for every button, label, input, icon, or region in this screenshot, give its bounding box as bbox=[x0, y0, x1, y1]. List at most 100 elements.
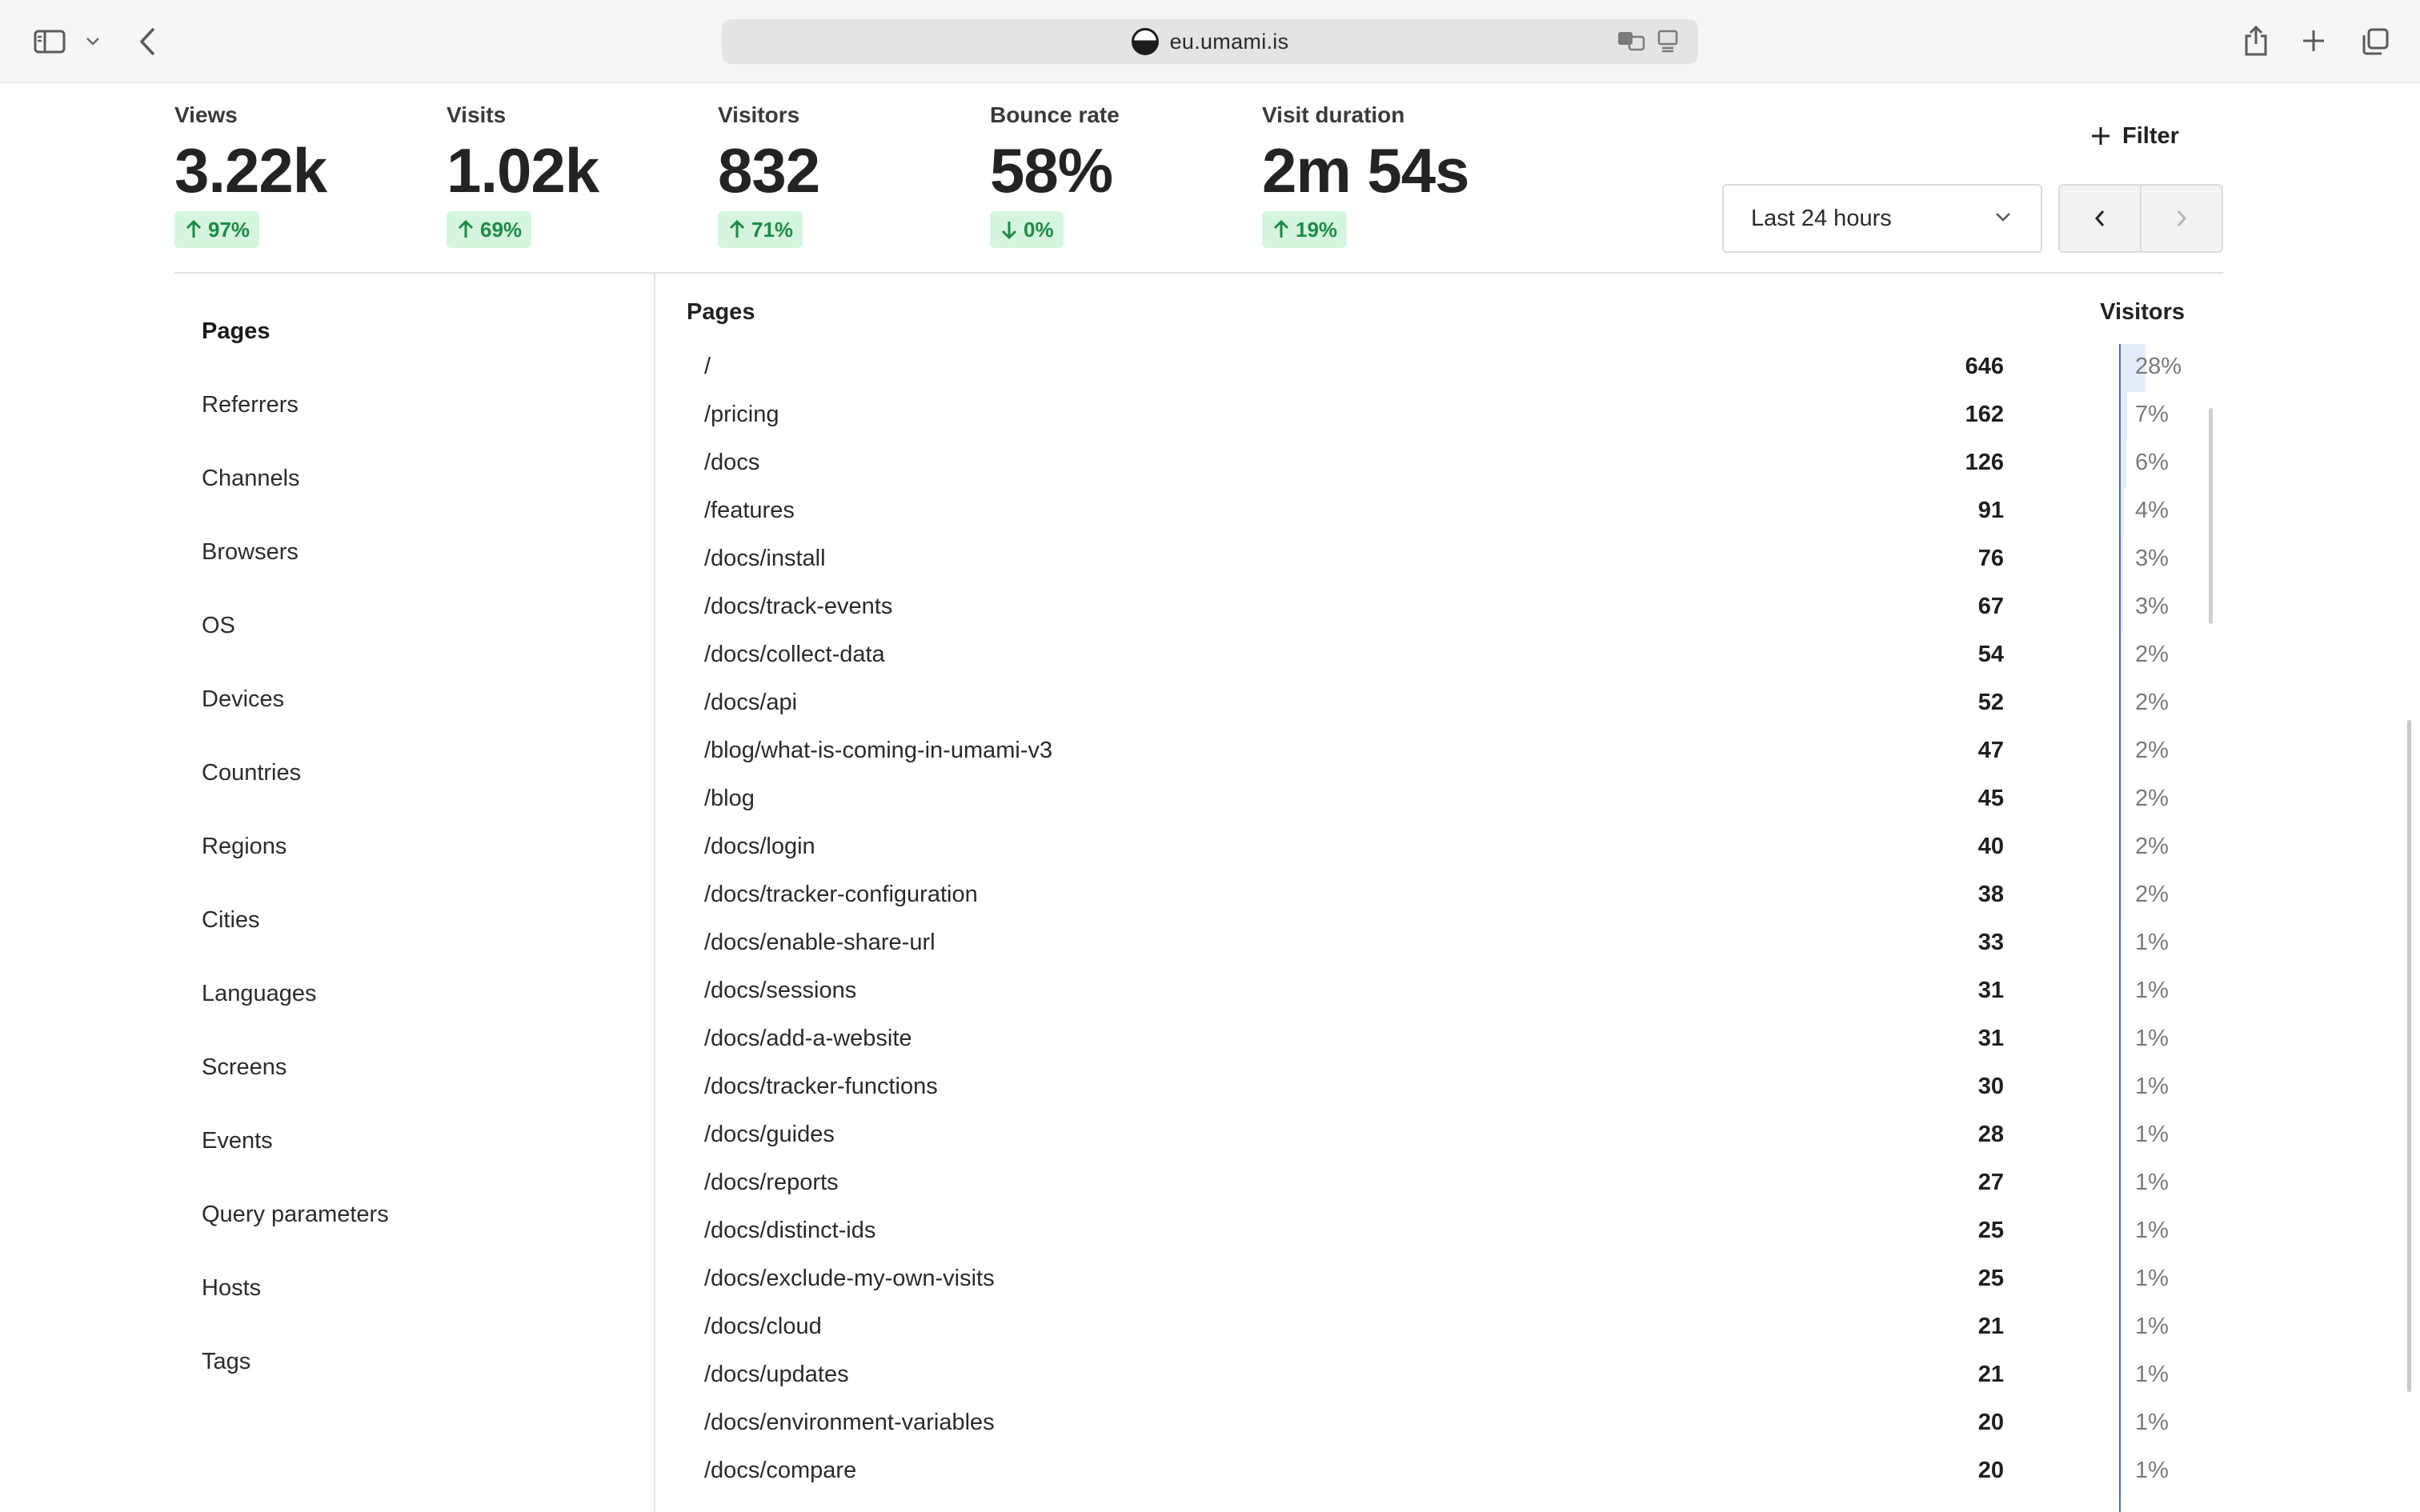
tab-overview-icon[interactable] bbox=[2359, 26, 2391, 58]
visitor-count: 47 bbox=[1977, 738, 2004, 763]
table-row[interactable]: /docs/exclude-my-own-visits 25 1% bbox=[687, 1256, 2191, 1304]
page-path[interactable]: /docs/login bbox=[704, 834, 815, 860]
new-tab-icon[interactable] bbox=[2298, 26, 2329, 56]
previous-period-button[interactable] bbox=[2060, 186, 2140, 251]
table-row[interactable]: /docs/track-events 67 3% bbox=[687, 584, 2191, 632]
table-row[interactable]: /docs/compare 20 1% bbox=[687, 1448, 2191, 1496]
page-path[interactable]: /docs/reports bbox=[704, 1170, 839, 1196]
percent-bar bbox=[2121, 776, 2122, 824]
table-row[interactable]: /docs/api 52 2% bbox=[687, 680, 2191, 728]
percent-bar bbox=[2121, 1256, 2122, 1304]
sidebar-item-os[interactable]: OS bbox=[202, 597, 618, 670]
back-icon[interactable] bbox=[136, 26, 158, 58]
table-row[interactable]: /docs/guides 28 1% bbox=[687, 1112, 2191, 1160]
sidebar-item-devices[interactable]: Devices bbox=[202, 670, 618, 744]
page-path[interactable]: /docs/install bbox=[704, 546, 826, 572]
site-favicon-icon bbox=[1131, 28, 1159, 55]
next-period-button[interactable] bbox=[2140, 186, 2222, 251]
table-row[interactable]: /blog/what-is-coming-in-umami-v3 47 2% bbox=[687, 728, 2191, 776]
sidebar-toggle-icon[interactable] bbox=[30, 26, 69, 58]
table-row[interactable]: /docs 126 6% bbox=[687, 440, 2191, 488]
table-row[interactable]: /docs/sessions 31 1% bbox=[687, 968, 2191, 1016]
sidebar-item-languages[interactable]: Languages bbox=[202, 965, 618, 1038]
metric-change-badge: 69% bbox=[447, 211, 532, 248]
page-path[interactable]: /docs/cloud bbox=[704, 1314, 822, 1340]
pages-table: Pages Visitors / 646 28% /pricing 162 7% /docs… bbox=[687, 294, 2213, 1512]
metric-label: Bounce rate bbox=[990, 102, 1120, 127]
visitor-count: 38 bbox=[1977, 882, 2004, 907]
reader-icon[interactable] bbox=[1657, 29, 1679, 57]
table-row[interactable]: /docs/add-a-website 31 1% bbox=[687, 1016, 2191, 1064]
page-path[interactable]: /docs/sessions bbox=[704, 978, 856, 1004]
page-path[interactable]: /docs bbox=[704, 450, 759, 476]
table-row[interactable]: /docs/cloud 21 1% bbox=[687, 1304, 2191, 1352]
page-path[interactable]: /docs/enable-share-url bbox=[704, 930, 936, 956]
sidebar-item-pages[interactable]: Pages bbox=[202, 302, 618, 376]
table-row[interactable]: /docs/reports 27 1% bbox=[687, 1160, 2191, 1208]
visitor-percent: 1% bbox=[2135, 1266, 2169, 1291]
sidebar-item-query-parameters[interactable]: Query parameters bbox=[202, 1186, 618, 1259]
sidebar-item-channels[interactable]: Channels bbox=[202, 450, 618, 523]
table-row[interactable]: /docs/tracker-functions 30 1% bbox=[687, 1064, 2191, 1112]
page-path[interactable]: /docs/compare bbox=[704, 1458, 856, 1484]
sidebar-item-browsers[interactable]: Browsers bbox=[202, 523, 618, 597]
visitor-count: 52 bbox=[1977, 690, 2004, 715]
page-path[interactable]: /docs/updates bbox=[704, 1362, 849, 1388]
page-path[interactable]: /pricing bbox=[704, 402, 779, 428]
page-path[interactable]: /docs/tracker-configuration bbox=[704, 882, 978, 908]
table-row[interactable]: /docs/tracker-configuration 38 2% bbox=[687, 872, 2191, 920]
table-row[interactable]: /features 91 4% bbox=[687, 488, 2191, 536]
sidebar-item-screens[interactable]: Screens bbox=[202, 1038, 618, 1112]
visitor-count: 21 bbox=[1977, 1314, 2004, 1339]
table-row[interactable]: /docs/environment-variables 20 1% bbox=[687, 1400, 2191, 1448]
table-row[interactable]: /blog 45 2% bbox=[687, 776, 2191, 824]
page-path[interactable]: /docs/track-events bbox=[704, 594, 892, 620]
page-path[interactable]: /docs/distinct-ids bbox=[704, 1218, 875, 1244]
filter-button[interactable]: Filter bbox=[2090, 117, 2179, 155]
page-path[interactable]: /docs/exclude-my-own-visits bbox=[704, 1266, 995, 1292]
date-range-value: Last 24 hours bbox=[1751, 205, 1892, 231]
sidebar-item-tags[interactable]: Tags bbox=[202, 1333, 618, 1406]
translate-icon[interactable] bbox=[1617, 29, 1645, 57]
plus-icon bbox=[2092, 127, 2109, 145]
sidebar-item-hosts[interactable]: Hosts bbox=[202, 1259, 618, 1333]
metric-change-value: 19% bbox=[1296, 217, 1338, 242]
table-row[interactable]: /docs/updates 21 1% bbox=[687, 1352, 2191, 1400]
page-path[interactable]: /blog/what-is-coming-in-umami-v3 bbox=[704, 738, 1052, 764]
sidebar-item-referrers[interactable]: Referrers bbox=[202, 376, 618, 450]
table-row[interactable]: /pricing 162 7% bbox=[687, 392, 2191, 440]
metric-value: 58% bbox=[990, 135, 1113, 206]
table-row[interactable]: /docs/distinct-ids 25 1% bbox=[687, 1208, 2191, 1256]
page-path[interactable]: /blog bbox=[704, 786, 755, 812]
sidebar-item-regions[interactable]: Regions bbox=[202, 818, 618, 891]
visitor-count: 76 bbox=[1977, 546, 2004, 571]
table-row[interactable]: /docs/enable-share-url 33 1% bbox=[687, 920, 2191, 968]
sidebar-item-cities[interactable]: Cities bbox=[202, 891, 618, 965]
table-row[interactable]: /docs/login 40 2% bbox=[687, 824, 2191, 872]
table-row[interactable]: / 646 28% bbox=[687, 344, 2191, 392]
page-path[interactable]: /docs/add-a-website bbox=[704, 1026, 912, 1052]
sidebar-item-events[interactable]: Events bbox=[202, 1112, 618, 1186]
page-path[interactable]: /docs/tracker-functions bbox=[704, 1074, 938, 1100]
page-path[interactable]: /features bbox=[704, 498, 795, 524]
sidebar-item-countries[interactable]: Countries bbox=[202, 744, 618, 818]
page-path[interactable]: /docs/collect-data bbox=[704, 642, 885, 668]
chevron-down-icon[interactable] bbox=[83, 32, 102, 51]
visitor-percent: 2% bbox=[2135, 642, 2169, 667]
visitor-percent: 1% bbox=[2135, 1074, 2169, 1099]
page-scrollbar[interactable] bbox=[2407, 720, 2411, 1392]
page-path[interactable]: / bbox=[704, 354, 711, 380]
address-bar[interactable]: eu.umami.is bbox=[722, 19, 1698, 64]
page-path[interactable]: /docs/api bbox=[704, 690, 797, 716]
visitor-count: 31 bbox=[1977, 978, 2004, 1003]
percent-bar bbox=[2121, 1064, 2122, 1112]
table-row[interactable]: /docs/collect-data 54 2% bbox=[687, 632, 2191, 680]
metric-change-value: 0% bbox=[1024, 217, 1054, 242]
share-icon[interactable] bbox=[2241, 24, 2271, 58]
page-path[interactable]: /docs/guides bbox=[704, 1122, 835, 1148]
table-row[interactable]: /docs/install 76 3% bbox=[687, 536, 2191, 584]
date-range-select[interactable]: Last 24 hours bbox=[1722, 184, 2042, 253]
percent-bar bbox=[2121, 872, 2122, 920]
page-path[interactable]: /docs/environment-variables bbox=[704, 1410, 995, 1436]
table-scrollbar[interactable] bbox=[2209, 408, 2213, 624]
